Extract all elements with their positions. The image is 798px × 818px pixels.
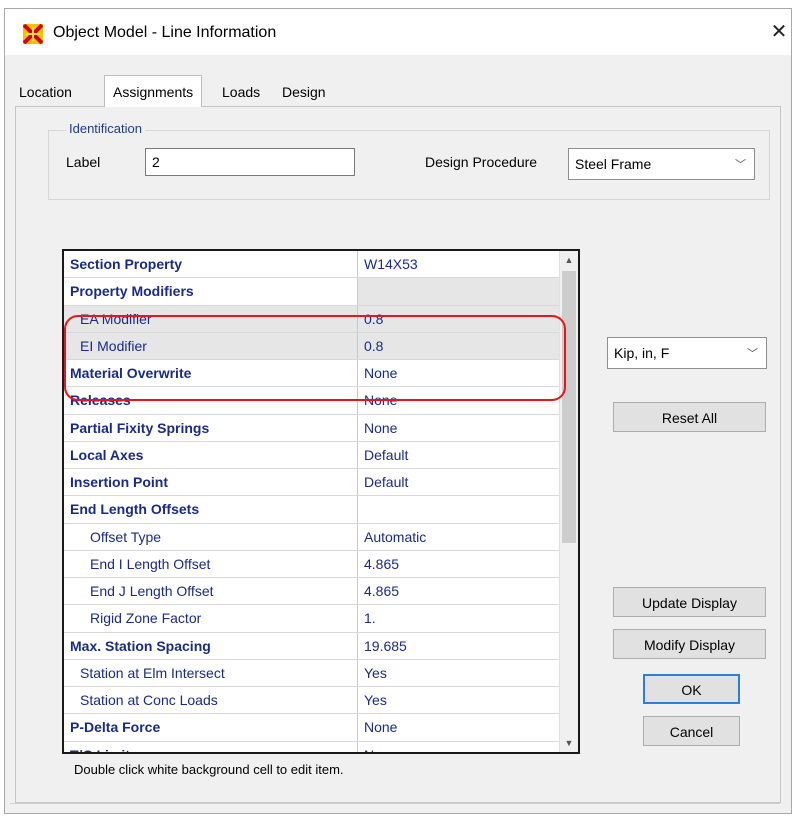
grid-hint: Double click white background cell to ed… — [74, 762, 344, 777]
chevron-down-icon: ﹀ — [735, 159, 746, 171]
row-value[interactable]: 4.865 — [358, 551, 559, 577]
row-value[interactable]: Default — [358, 469, 559, 495]
tab-loads[interactable]: Loads — [222, 84, 260, 100]
table-row[interactable]: Partial Fixity Springs None — [64, 414, 559, 442]
table-row[interactable]: Material Overwrite None — [64, 360, 559, 388]
row-name: Section Property — [64, 251, 358, 278]
tab-assignments[interactable]: Assignments — [104, 75, 203, 107]
table-row[interactable]: Station at Elm Intersect Yes — [64, 659, 559, 687]
grid-rows: Section Property W14X53 Property Modifiers… — [64, 251, 559, 753]
label-caption: Label — [66, 154, 101, 170]
row-value[interactable]: Yes — [358, 660, 559, 686]
row-name: Insertion Point — [64, 469, 358, 496]
row-name: Partial Fixity Springs — [64, 414, 358, 441]
row-name: P-Delta Force — [64, 714, 358, 741]
scroll-down-icon[interactable]: ▼ — [560, 734, 578, 752]
row-name: End J Length Offset — [64, 578, 358, 605]
cancel-button[interactable]: Cancel — [643, 716, 740, 746]
units-value: Kip, in, F — [614, 345, 670, 361]
table-row[interactable]: Station at Conc Loads Yes — [64, 687, 559, 715]
row-name: EA Modifier — [64, 305, 358, 332]
row-value[interactable]: W14X53 — [358, 251, 559, 277]
row-value[interactable] — [358, 278, 559, 305]
row-value[interactable]: 19.685 — [358, 633, 559, 659]
row-name: Material Overwrite — [64, 360, 358, 387]
assignments-grid[interactable]: Section Property W14X53 Property Modifiers… — [62, 249, 580, 754]
table-row[interactable]: EA Modifier 0.8 — [64, 305, 559, 333]
table-row[interactable]: Releases None — [64, 387, 559, 415]
row-name: Offset Type — [64, 523, 358, 550]
row-name: EI Modifier — [64, 332, 358, 359]
design-procedure-value: Steel Frame — [575, 156, 652, 172]
row-value[interactable]: None — [358, 714, 559, 740]
row-name: Local Axes — [64, 441, 358, 468]
identification-legend: Identification — [66, 121, 145, 136]
row-value[interactable]: 0.8 — [358, 332, 559, 359]
row-name: Rigid Zone Factor — [64, 605, 358, 632]
table-row[interactable]: Property Modifiers — [64, 278, 559, 306]
ok-button[interactable]: OK — [643, 674, 740, 704]
design-procedure-select[interactable]: Steel Frame ﹀ — [568, 148, 755, 180]
reset-all-button[interactable]: Reset All — [613, 402, 766, 432]
table-row[interactable]: Section Property W14X53 — [64, 251, 559, 279]
table-row[interactable]: End Length Offsets — [64, 496, 559, 524]
row-name: Property Modifiers — [64, 278, 358, 305]
row-name: Releases — [64, 387, 358, 414]
table-row[interactable]: Offset Type Automatic — [64, 523, 559, 551]
table-row[interactable]: Insertion Point Default — [64, 469, 559, 497]
label-input[interactable] — [145, 148, 355, 176]
row-value[interactable]: None — [358, 360, 559, 386]
table-row[interactable]: Local Axes Default — [64, 441, 559, 469]
app-logo-icon — [23, 24, 43, 44]
row-value[interactable]: 0.8 — [358, 305, 559, 332]
modify-display-button[interactable]: Modify Display — [613, 629, 766, 659]
grid-scrollbar[interactable]: ▲ ▼ — [559, 251, 578, 752]
table-row[interactable]: T/C LimitsNone — [64, 741, 559, 753]
table-row[interactable]: End I Length Offset 4.865 — [64, 550, 559, 578]
row-value[interactable]: 1. — [358, 605, 559, 631]
update-display-button[interactable]: Update Display — [613, 587, 766, 617]
footer-divider — [10, 803, 780, 804]
title-bar: Object Model - Line Information ✕ — [5, 9, 791, 55]
row-name: Max. Station Spacing — [64, 632, 358, 659]
units-select[interactable]: Kip, in, F ﹀ — [607, 337, 767, 369]
row-value[interactable]: None — [358, 387, 559, 413]
row-value[interactable]: 4.865 — [358, 578, 559, 604]
scroll-up-icon[interactable]: ▲ — [560, 251, 578, 269]
row-name: Station at Elm Intersect — [64, 659, 358, 686]
row-value[interactable] — [358, 496, 559, 522]
tab-design[interactable]: Design — [282, 84, 326, 100]
table-row[interactable]: End J Length Offset 4.865 — [64, 578, 559, 606]
window-title: Object Model - Line Information — [53, 24, 277, 41]
close-icon[interactable]: ✕ — [767, 19, 791, 45]
row-value[interactable]: None — [358, 742, 559, 753]
table-row[interactable]: P-Delta Force None — [64, 714, 559, 742]
row-value[interactable]: Yes — [358, 687, 559, 713]
table-row[interactable]: Rigid Zone Factor 1. — [64, 605, 559, 633]
design-procedure-caption: Design Procedure — [425, 154, 538, 170]
row-value[interactable]: None — [358, 415, 559, 441]
table-row[interactable]: Max. Station Spacing 19.685 — [64, 632, 559, 660]
scroll-thumb[interactable] — [562, 271, 576, 543]
row-name: T/C Limits — [64, 741, 358, 752]
row-name: End I Length Offset — [64, 550, 358, 577]
row-value[interactable]: Automatic — [358, 524, 559, 550]
row-name: Station at Conc Loads — [64, 687, 358, 714]
row-name: End Length Offsets — [64, 496, 358, 523]
chevron-down-icon: ﹀ — [747, 348, 758, 360]
table-row[interactable]: EI Modifier 0.8 — [64, 332, 559, 360]
row-value[interactable]: Default — [358, 442, 559, 468]
tab-location[interactable]: Location — [19, 84, 72, 100]
